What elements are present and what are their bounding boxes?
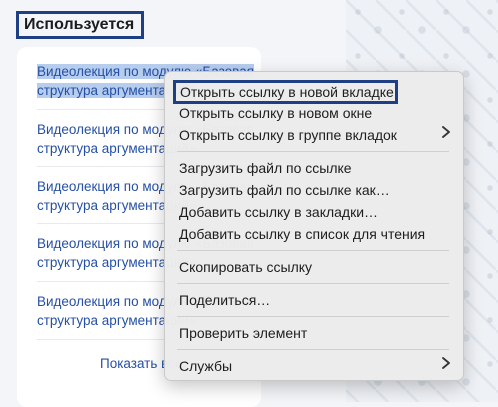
- menu-item-add-reading-list[interactable]: Добавить ссылку в список для чтения: [179, 224, 449, 244]
- section-title-text: Используется: [24, 16, 135, 33]
- menu-separator: [177, 151, 449, 152]
- menu-item-copy-link[interactable]: Скопировать ссылку: [179, 257, 449, 277]
- menu-separator: [177, 283, 449, 284]
- section-title: Используется: [16, 11, 144, 39]
- menu-item-label: Открыть ссылку в новом окне: [179, 105, 373, 121]
- menu-item-label: Службы: [179, 358, 233, 374]
- menu-separator: [177, 316, 449, 317]
- menu-item-label: Добавить ссылку в список для чтения: [179, 226, 426, 242]
- menu-item-label: Открыть ссылку в новой вкладке: [180, 84, 394, 100]
- menu-separator: [177, 349, 449, 350]
- menu-item-label: Открыть ссылку в группе вкладок: [179, 127, 397, 143]
- menu-item-label: Загрузить файл по ссылке: [179, 160, 352, 176]
- menu-item-label: Добавить ссылку в закладки…: [179, 204, 379, 220]
- menu-item-open-new-window[interactable]: Открыть ссылку в новом окне: [179, 103, 449, 123]
- menu-separator: [177, 250, 449, 251]
- menu-item-download-linked-file[interactable]: Загрузить файл по ссылке: [179, 158, 449, 178]
- menu-item-services[interactable]: Службы: [179, 356, 451, 376]
- menu-item-open-tab-group[interactable]: Открыть ссылку в группе вкладок: [179, 125, 451, 145]
- menu-item-add-bookmark[interactable]: Добавить ссылку в закладки…: [179, 202, 449, 222]
- chevron-right-icon: [441, 125, 451, 145]
- menu-item-download-linked-file-as[interactable]: Загрузить файл по ссылке как…: [179, 180, 449, 200]
- menu-item-label: Скопировать ссылку: [179, 259, 313, 275]
- menu-item-label: Проверить элемент: [179, 325, 308, 341]
- chevron-right-icon: [441, 356, 451, 376]
- menu-item-inspect-element[interactable]: Проверить элемент: [179, 323, 449, 343]
- context-menu: Открыть ссылку в новой вкладке Открыть с…: [164, 71, 464, 381]
- menu-item-label: Поделиться…: [179, 292, 271, 308]
- menu-item-open-new-tab[interactable]: Открыть ссылку в новой вкладке: [173, 80, 398, 104]
- menu-item-label: Загрузить файл по ссылке как…: [179, 182, 390, 198]
- menu-item-share[interactable]: Поделиться…: [179, 290, 449, 310]
